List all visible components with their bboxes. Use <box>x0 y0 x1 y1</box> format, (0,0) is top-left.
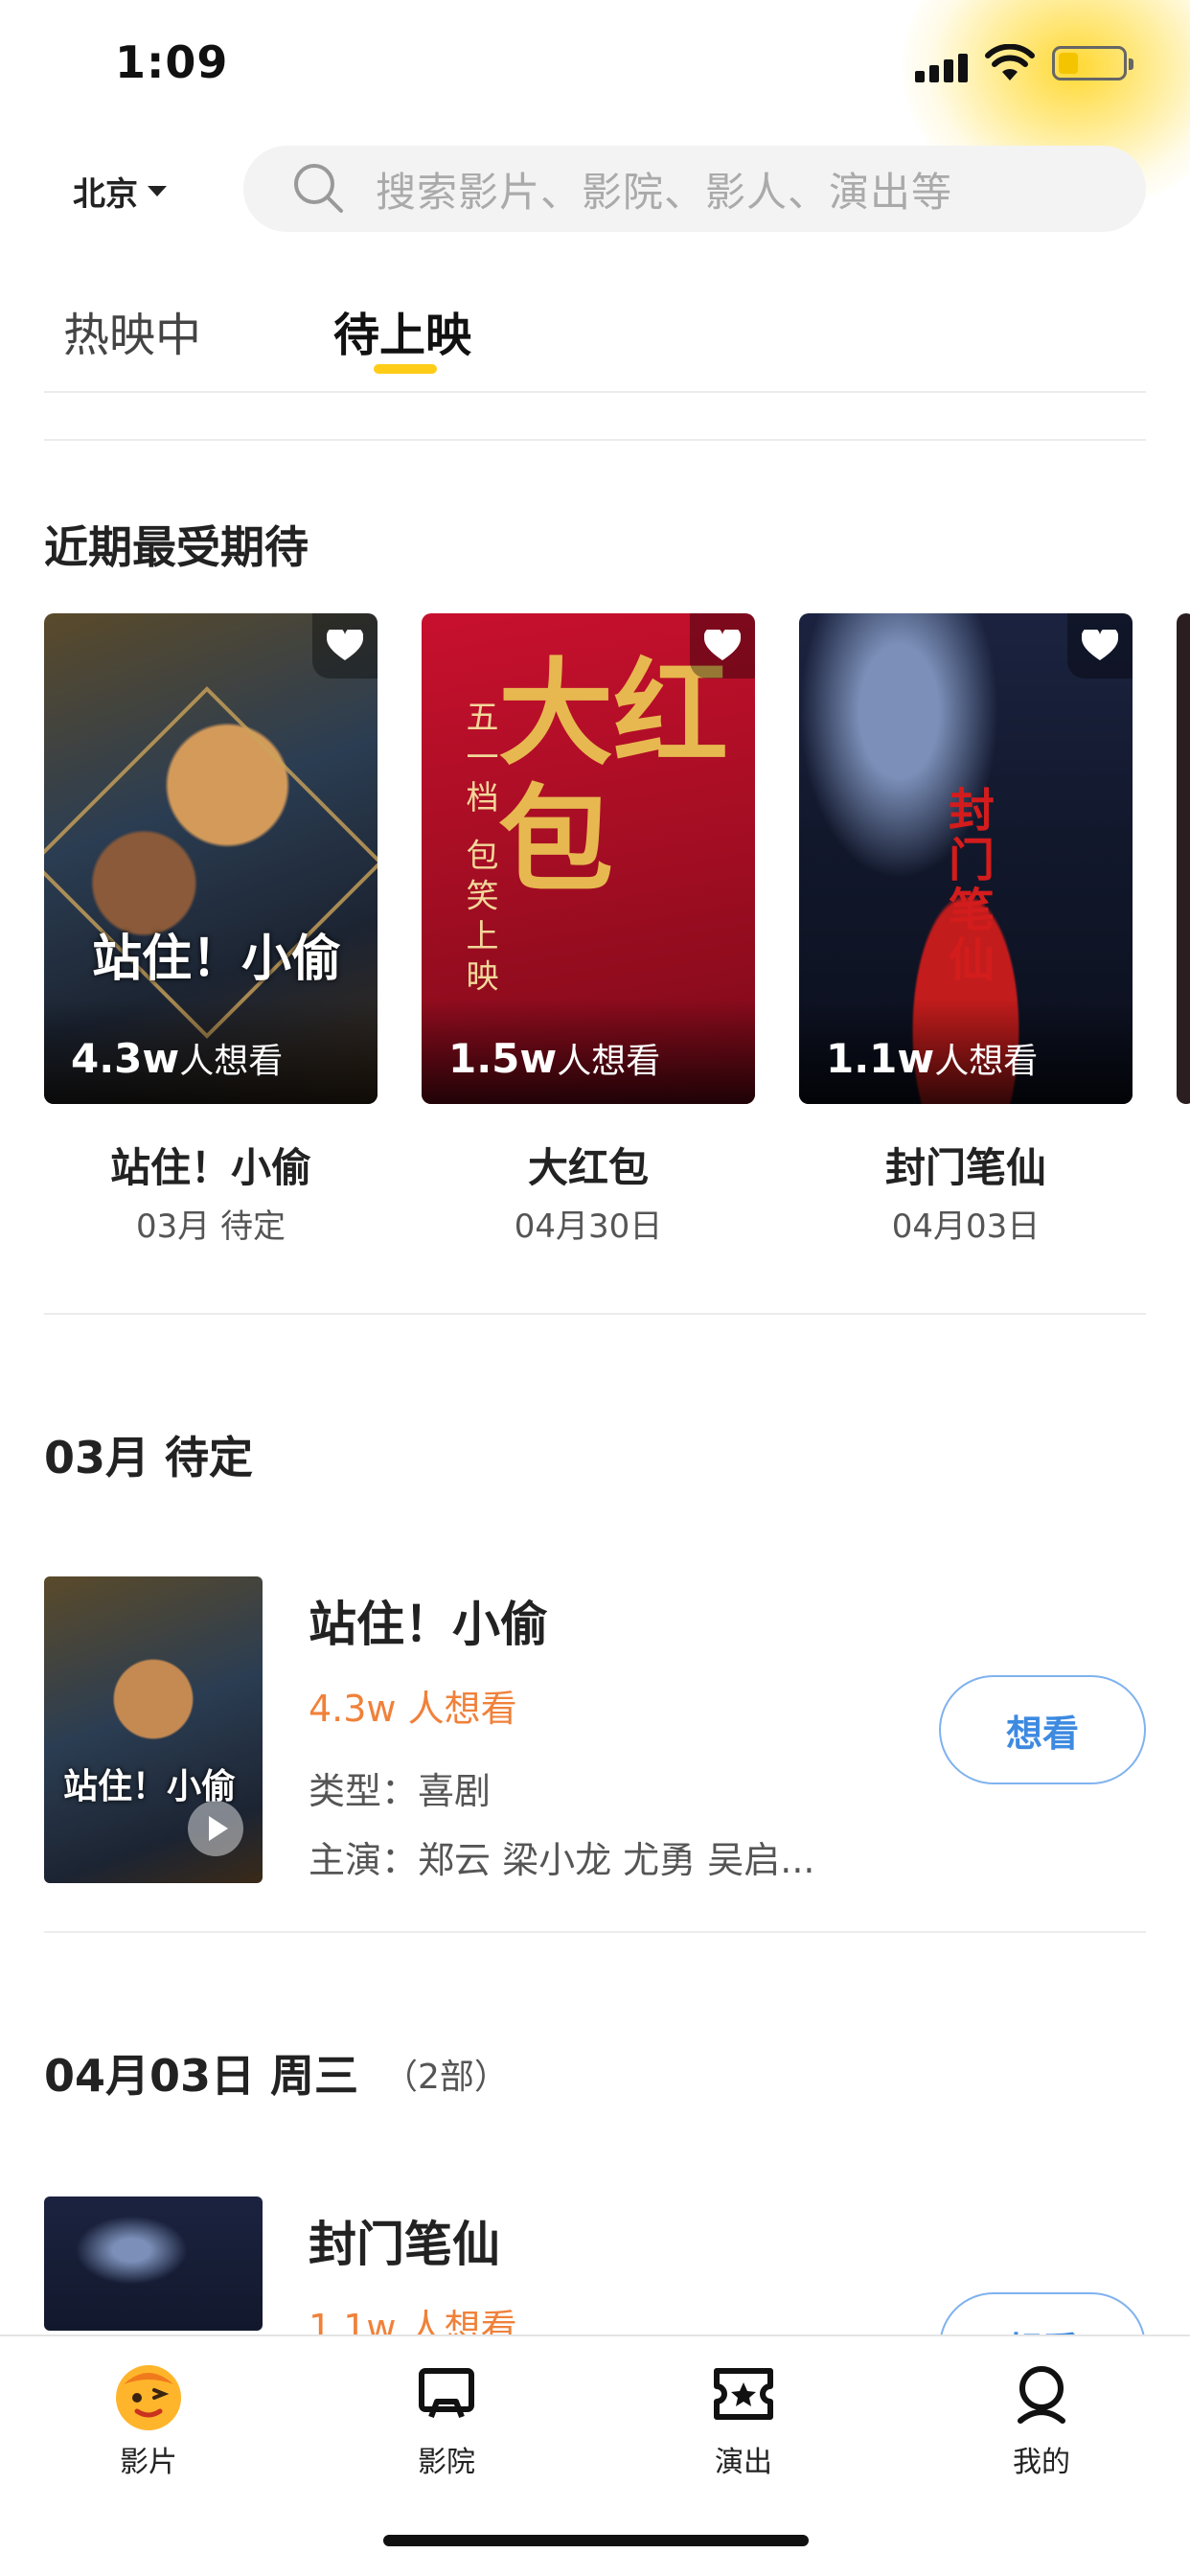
tab-bar: 热映中 待上映 <box>0 288 1190 393</box>
tab-coming-soon[interactable]: 待上映 <box>333 297 471 364</box>
cellular-signal-icon <box>915 50 969 82</box>
want-to-watch-button[interactable]: 想看 <box>939 1675 1146 1784</box>
movie-name[interactable]: 封门笔仙 <box>799 1136 1133 1194</box>
heart-icon[interactable] <box>690 613 755 678</box>
search-icon <box>294 164 343 213</box>
poster-want-overlay: 1.5w人想看 <box>422 999 755 1104</box>
group-heading: 03月 待定 <box>44 1432 254 1484</box>
play-icon[interactable] <box>188 1801 243 1856</box>
nav-cinemas[interactable]: 影院 <box>360 2356 533 2480</box>
tab-active-indicator <box>374 364 437 374</box>
movie-date: 04月30日 <box>514 1208 663 1246</box>
poster-title-text: 大红包 <box>498 648 728 908</box>
section-title-anticipated: 近期最受期待 <box>44 521 309 573</box>
status-bar: 1:09 <box>0 0 1190 211</box>
list-movie-name[interactable]: 站住！小偷 <box>309 1586 548 1655</box>
poster-card[interactable]: 站住！小偷 4.3w人想看 <box>44 613 378 1104</box>
nav-movies[interactable]: 影片 <box>62 2356 235 2480</box>
battery-icon <box>1052 46 1133 80</box>
nav-label: 影片 <box>120 2446 177 2479</box>
poster-want-overlay: 4.3w人想看 <box>44 999 378 1104</box>
list-cast: 主演：郑云 梁小龙 尤勇 吴启... <box>309 1839 815 1881</box>
wifi-icon <box>985 44 1035 80</box>
list-want-count: 4.3w 人想看 <box>309 1688 517 1730</box>
status-time: 1:09 <box>115 36 229 88</box>
movie-thumbnail[interactable]: 站住！小偷 <box>44 1576 263 1883</box>
want-count: 1.5w <box>448 1035 558 1082</box>
want-suffix: 人想看 <box>934 1042 1039 1081</box>
poster-card[interactable]: 封门笔仙 1.1w人想看 <box>799 613 1133 1104</box>
nav-label: 我的 <box>1013 2446 1070 2479</box>
nav-shows[interactable]: 演出 <box>657 2356 830 2480</box>
list-genre: 类型：喜剧 <box>309 1770 492 1812</box>
search-bar[interactable]: 搜索影片、影院、影人、演出等 <box>243 146 1146 232</box>
poster-title-text: 站住！小偷 <box>92 931 342 988</box>
want-suffix: 人想看 <box>557 1042 661 1081</box>
nav-label: 演出 <box>715 2446 772 2479</box>
poster-title-text: 封门笔仙 <box>940 786 994 985</box>
list-movie-name[interactable]: 封门笔仙 <box>309 2206 500 2275</box>
want-count: 4.3w <box>71 1035 180 1082</box>
tab-now-showing[interactable]: 热映中 <box>63 297 201 364</box>
divider <box>44 391 1146 393</box>
poster-card[interactable]: 大红包 五一档 包笑上映 1.5w人想看 <box>422 613 755 1104</box>
home-indicator[interactable] <box>383 2535 809 2546</box>
profile-icon <box>1018 2366 1065 2424</box>
movie-date: 03月 待定 <box>135 1208 286 1246</box>
divider <box>44 1931 1146 1933</box>
want-suffix: 人想看 <box>179 1042 284 1081</box>
movie-name[interactable]: 大红包 <box>422 1136 755 1194</box>
divider <box>44 439 1146 441</box>
group-count: （2部） <box>383 2058 509 2097</box>
heart-icon[interactable] <box>1067 613 1133 678</box>
poster-want-overlay: 1.1w人想看 <box>799 999 1133 1104</box>
poster-subtitle-text: 五一档 包笑上映 <box>460 700 498 1000</box>
caret-down-icon <box>148 186 167 196</box>
cinema-icon <box>419 2368 474 2419</box>
nav-label: 影院 <box>418 2446 475 2479</box>
poster-card-partial[interactable] <box>1177 613 1190 1104</box>
movie-name[interactable]: 站住！小偷 <box>44 1136 378 1194</box>
nav-profile[interactable]: 我的 <box>955 2356 1128 2480</box>
want-count: 1.1w <box>826 1035 935 1082</box>
search-placeholder: 搜索影片、影院、影人、演出等 <box>376 168 953 216</box>
ticket-star-icon <box>714 2368 773 2420</box>
movie-thumbnail[interactable] <box>44 2196 263 2331</box>
heart-icon[interactable] <box>312 613 378 678</box>
group-heading: 04月03日 周三 <box>44 2050 359 2102</box>
divider <box>44 1313 1146 1315</box>
city-label: 北京 <box>73 175 138 214</box>
movie-mascot-icon <box>116 2365 181 2430</box>
movie-date: 04月03日 <box>891 1208 1041 1246</box>
city-selector[interactable]: 北京 <box>73 168 167 215</box>
